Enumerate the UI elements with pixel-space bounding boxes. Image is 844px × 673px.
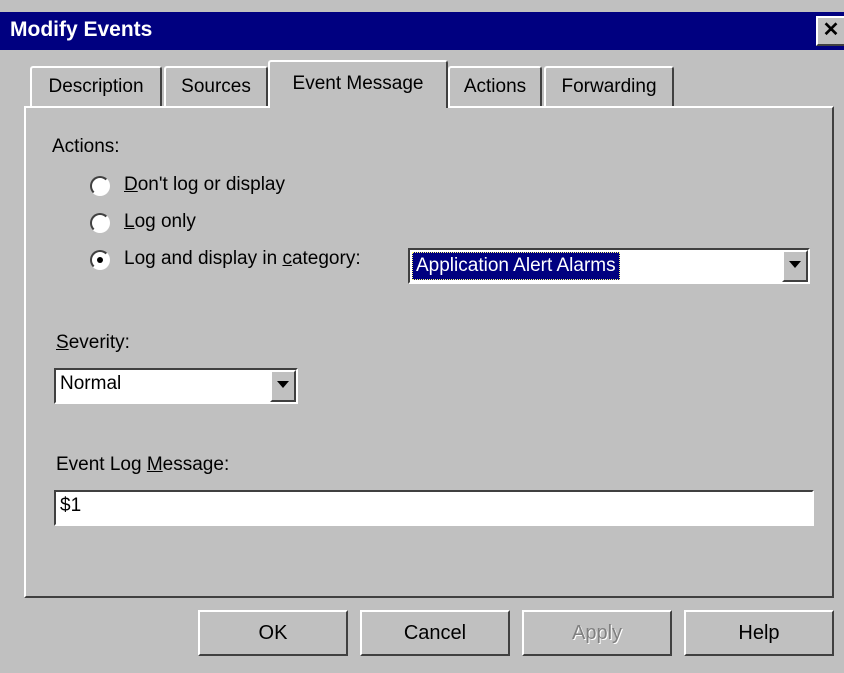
tab-event-message[interactable]: Event Message [268,60,448,108]
tab-label: Actions [463,76,527,97]
tab-label: Sources [181,76,251,97]
window-title: Modify Events [10,18,153,41]
close-icon: ✕ [822,19,840,41]
tab-label: Event Message [292,73,424,94]
actions-label: Actions: [52,136,120,157]
radio-log-only-label[interactable]: Log only [124,211,196,233]
event-log-message-label: Event Log Message: [56,454,230,475]
apply-button[interactable]: Apply [522,610,672,656]
event-log-message-value: $1 [60,495,82,516]
radio-dont-log-label[interactable]: Don't log or display [124,174,285,196]
help-button[interactable]: Help [684,610,834,656]
tab-label: Forwarding [561,76,657,97]
radio-log-only[interactable] [90,213,110,233]
ok-button[interactable]: OK [198,610,348,656]
close-button[interactable]: ✕ [816,16,844,46]
severity-dropdown[interactable]: Normal [54,368,298,404]
tab-forwarding[interactable]: Forwarding [544,66,674,106]
chevron-down-icon[interactable] [782,250,808,282]
severity-value: Normal [60,373,122,394]
cancel-button[interactable]: Cancel [360,610,510,656]
radio-log-and-display-label[interactable]: Log and display in category: [124,248,361,270]
tab-actions[interactable]: Actions [448,66,542,106]
title-bar: Modify Events ✕ [0,12,844,50]
category-dropdown[interactable]: Application Alert Alarms [408,248,810,284]
tab-description[interactable]: Description [30,66,162,106]
tab-sources[interactable]: Sources [164,66,268,106]
modify-events-dialog: Modify Events ✕ Description Sources Even… [0,0,844,673]
severity-label: Severity: [56,332,130,353]
category-value: Application Alert Alarms [412,252,620,280]
event-log-message-input[interactable]: $1 [54,490,814,526]
radio-dont-log[interactable] [90,176,110,196]
radio-log-and-display[interactable] [90,250,110,270]
chevron-down-icon[interactable] [270,370,296,402]
tab-label: Description [48,76,144,97]
